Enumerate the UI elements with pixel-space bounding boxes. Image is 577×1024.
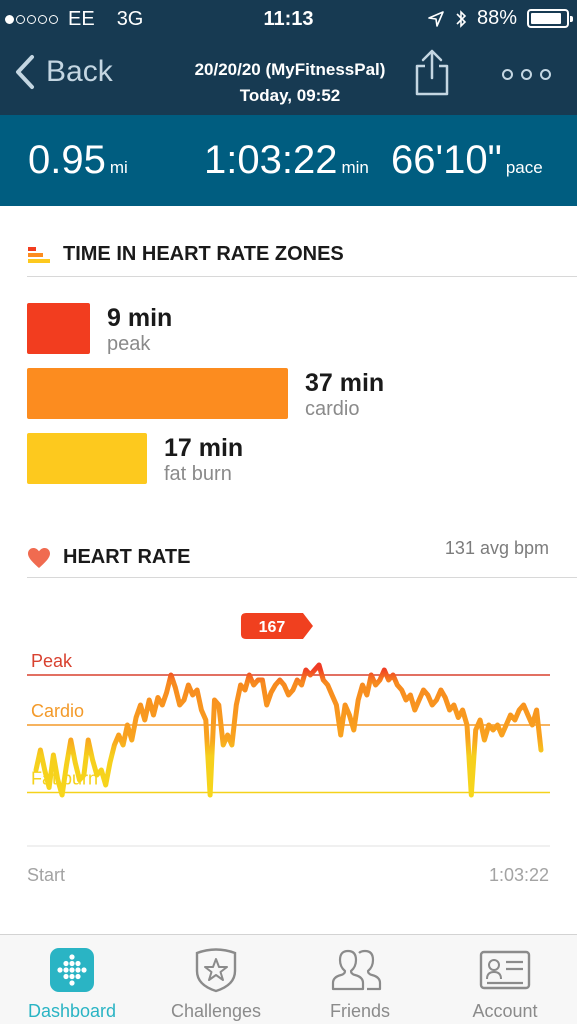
activity-title: 20/20/20 (MyFitnessPal) Today, 09:52 — [150, 57, 430, 109]
tab-label: Account — [472, 1001, 538, 1021]
tab-bar: Dashboard Challenges Friends Account — [0, 934, 577, 1024]
heart-rate-divider — [27, 577, 577, 578]
battery-percent: 88% — [476, 7, 517, 29]
chart-start-label: Start — [27, 865, 66, 885]
heart-rate-title: HEART RATE — [63, 546, 191, 568]
zones-divider — [27, 276, 577, 277]
chevron-left-icon — [16, 55, 34, 89]
zone-label-cardio: Cardio — [31, 701, 84, 721]
friends-icon — [331, 949, 382, 991]
bluetooth-icon — [456, 9, 467, 28]
tab-friends[interactable]: Friends — [288, 935, 432, 1024]
distance-value: 0.95 — [28, 138, 106, 182]
zone-value: 9 min — [107, 304, 173, 332]
zone-value: 17 min — [164, 434, 244, 462]
pace-stat: 66'10" pace — [391, 138, 543, 183]
zone-label: cardio — [305, 398, 360, 420]
duration-unit: min — [341, 158, 369, 177]
duration-stat: 1:03:22 min — [204, 138, 369, 183]
summary-stats-bar: 0.95 mi 1:03:22 min 66'10" pace — [0, 115, 577, 206]
chart-end-label: 1:03:22 — [488, 865, 549, 885]
heart-rate-section-title: HEART RATE — [27, 546, 190, 569]
heart-rate-chart: Peak Cardio Fat burn 167 — [27, 613, 550, 847]
app-header: EE 3G 11:13 88% Back 20/20/20 (MyFitness… — [0, 0, 577, 115]
max-bpm-value: 167 — [259, 619, 286, 636]
battery-icon — [527, 9, 573, 28]
heart-rate-line — [33, 662, 544, 798]
status-bar: EE 3G 11:13 88% — [0, 0, 577, 38]
zones-icon — [28, 246, 50, 263]
dashboard-icon — [50, 948, 94, 992]
tab-account[interactable]: Account — [433, 935, 577, 1024]
zone-value: 37 min — [305, 369, 385, 397]
distance-unit: mi — [109, 158, 128, 177]
tab-challenges[interactable]: Challenges — [144, 935, 288, 1024]
duration-value: 1:03:22 — [204, 138, 338, 182]
tab-label: Friends — [329, 1001, 391, 1021]
tab-label: Challenges — [170, 1001, 262, 1021]
zone-bar-fatburn — [27, 433, 147, 484]
pace-value: 66'10" — [391, 138, 502, 182]
zone-text-peak: 9 min peak — [107, 304, 172, 356]
zone-label: peak — [107, 333, 151, 355]
nav-bar: Back 20/20/20 (MyFitnessPal) Today, 09:5… — [0, 40, 577, 112]
zone-text-fatburn: 17 min fat burn — [164, 434, 243, 486]
tab-label: Dashboard — [27, 1001, 117, 1021]
heart-icon — [28, 547, 50, 568]
activity-time: Today, 09:52 — [239, 86, 341, 105]
zones-title: TIME IN HEART RATE ZONES — [63, 243, 344, 265]
zone-label-peak: Peak — [31, 651, 73, 671]
tab-dashboard[interactable]: Dashboard — [0, 935, 144, 1024]
zone-bar-peak — [27, 303, 90, 354]
back-label: Back — [46, 55, 113, 88]
status-right: 88% — [427, 7, 573, 30]
share-icon[interactable] — [414, 48, 450, 98]
pace-unit: pace — [505, 158, 543, 177]
zone-text-cardio: 37 min cardio — [305, 369, 384, 421]
max-bpm-badge: 167 — [240, 613, 313, 639]
account-card-icon — [479, 950, 531, 990]
zone-bar-cardio — [27, 368, 288, 419]
activity-name: 20/20/20 (MyFitnessPal) — [194, 60, 386, 79]
star-badge-icon — [195, 948, 237, 993]
back-button[interactable]: Back — [14, 54, 113, 90]
location-arrow-icon — [428, 10, 444, 27]
distance-stat: 0.95 mi — [28, 138, 128, 183]
zones-section-title: TIME IN HEART RATE ZONES — [27, 243, 344, 266]
avg-bpm: 131 avg bpm — [444, 538, 549, 558]
zone-label: fat burn — [164, 463, 232, 485]
more-options-icon[interactable] — [502, 69, 551, 80]
